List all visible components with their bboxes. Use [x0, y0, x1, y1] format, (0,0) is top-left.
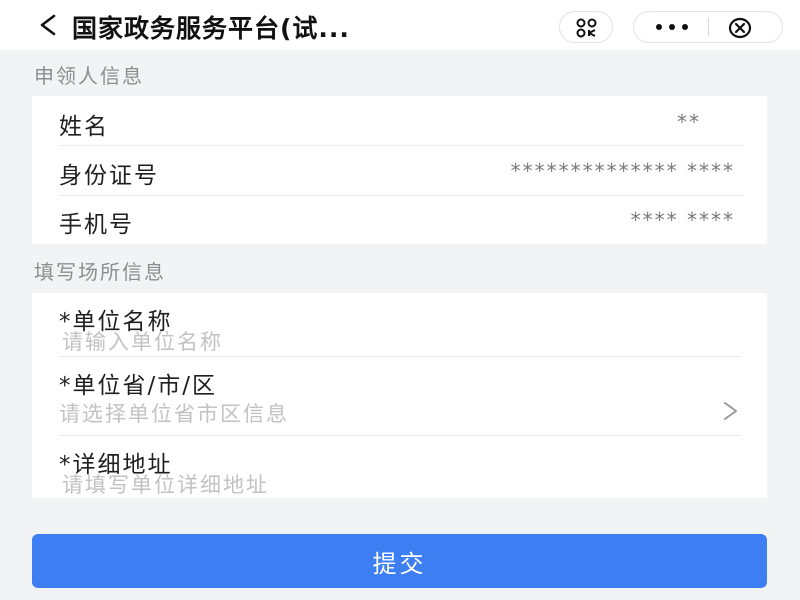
name-value: **	[677, 110, 701, 134]
unit-region-select[interactable]: 请选择单位省市区信息	[59, 398, 289, 428]
applicant-section-title: 申领人信息	[34, 64, 144, 88]
more-icon[interactable]	[654, 22, 690, 32]
top-navbar: 国家政务服务平台(试...	[0, 0, 800, 50]
id-number-label: 身份证号	[59, 163, 159, 189]
phone-label: 手机号	[59, 212, 134, 238]
row-divider	[59, 195, 743, 196]
chevron-left-icon[interactable]	[38, 14, 58, 36]
unit-region-label: *单位省/市/区	[59, 373, 217, 399]
submit-button[interactable]: 提交	[32, 534, 767, 588]
scan-button[interactable]	[559, 11, 613, 43]
address-input[interactable]	[62, 471, 682, 499]
page-title: 国家政务服务平台(试...	[72, 14, 350, 43]
unit-name-input[interactable]	[62, 328, 682, 356]
applicant-info-card: 姓名 ** 身份证号 ************** **** 手机号 **** …	[32, 96, 767, 244]
row-divider	[59, 356, 741, 357]
chevron-right-icon[interactable]	[722, 400, 740, 422]
phone-value: **** ****	[630, 208, 735, 232]
name-label: 姓名	[59, 114, 109, 140]
scan-icon	[576, 18, 597, 38]
capsule-menu	[633, 11, 783, 43]
close-icon[interactable]	[728, 16, 752, 40]
row-divider	[59, 145, 743, 146]
id-number-value: ************** ****	[510, 159, 735, 183]
venue-section-title: 填写场所信息	[34, 260, 166, 284]
venue-info-card: *单位名称 *单位省/市/区 请选择单位省市区信息 *详细地址	[32, 293, 767, 499]
row-divider	[59, 435, 741, 436]
capsule-divider	[708, 18, 709, 36]
